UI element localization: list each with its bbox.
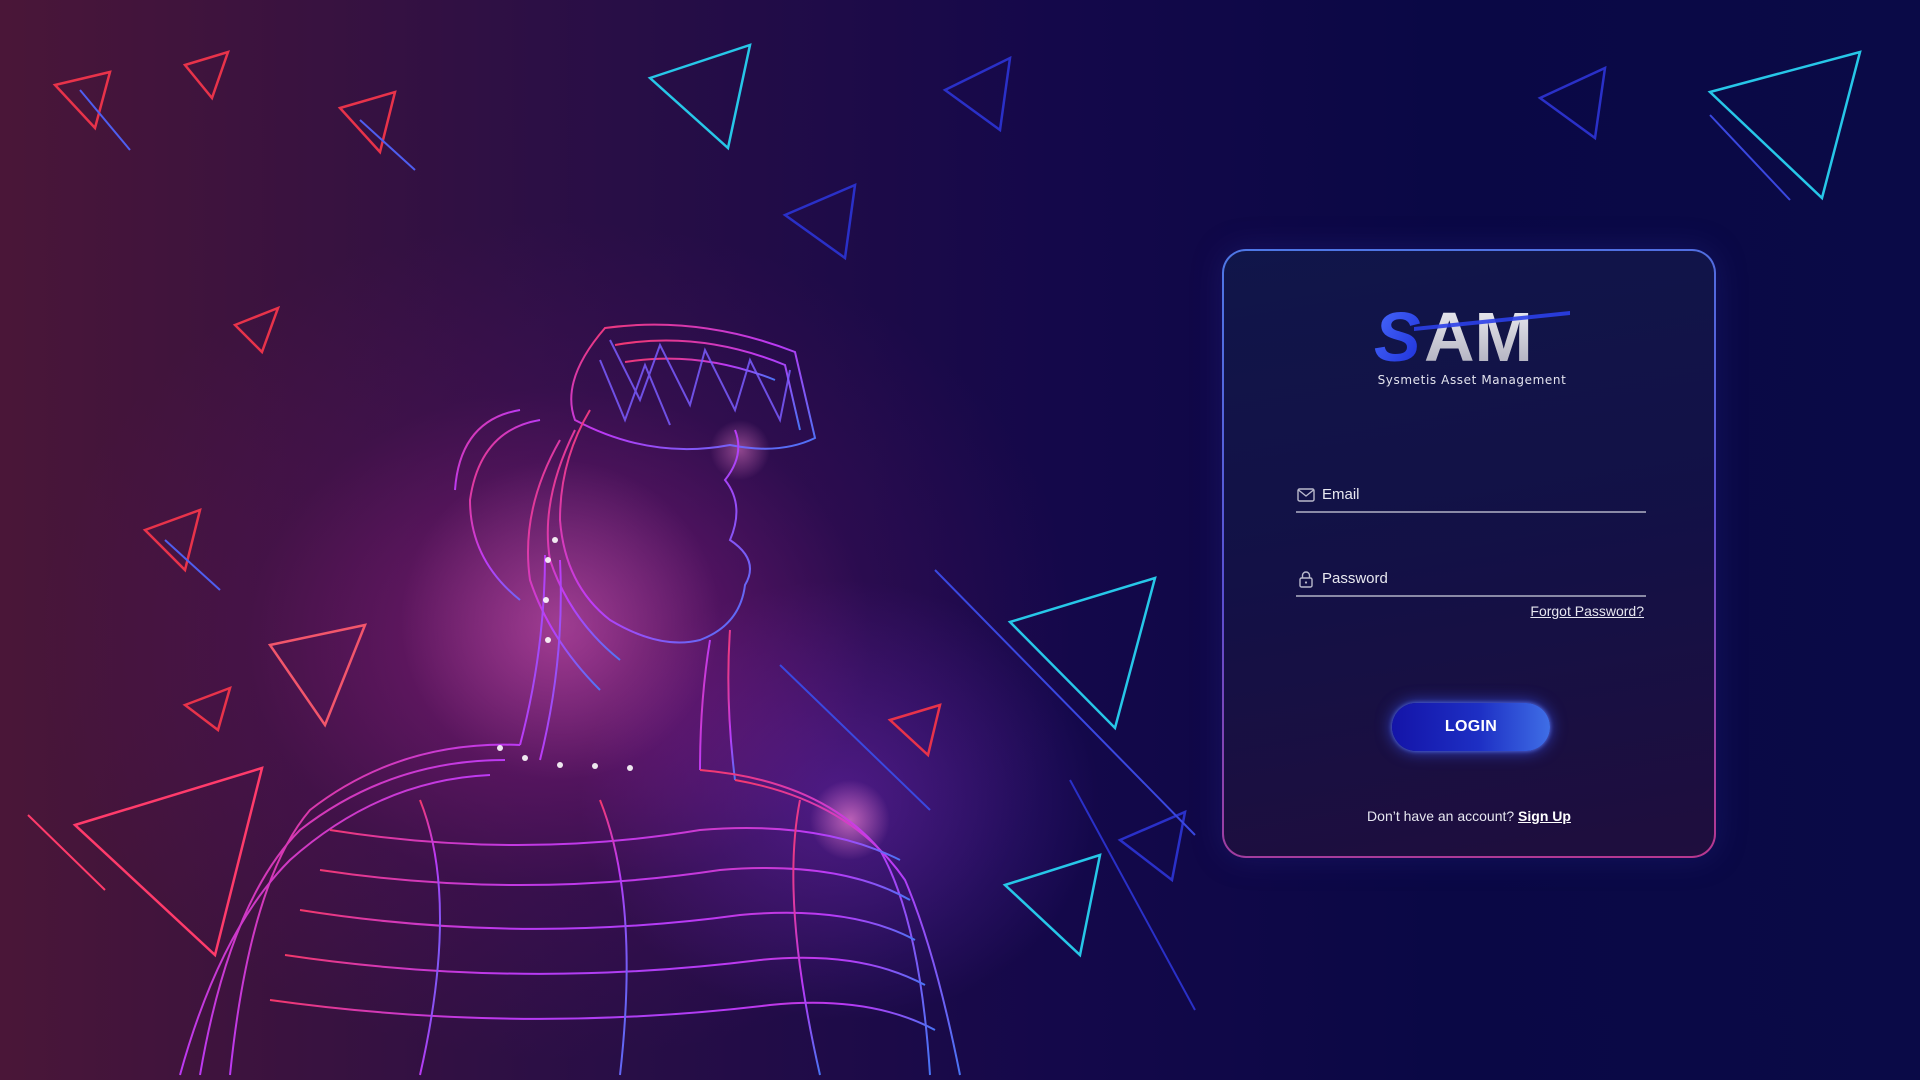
password-field[interactable] xyxy=(1296,563,1646,597)
email-field[interactable] xyxy=(1296,479,1646,513)
signup-prompt: Don’t have an account? Sign Up xyxy=(1224,808,1714,824)
logo-letters-am: AM xyxy=(1424,305,1533,369)
headset-lines xyxy=(599,339,791,426)
login-page: S AM Sysmetis Asset Management Forgot Pa… xyxy=(0,0,1920,1080)
logo-letter-s: S xyxy=(1374,305,1421,369)
mail-icon xyxy=(1297,488,1315,502)
signup-prompt-text: Don’t have an account? xyxy=(1367,808,1515,824)
password-input[interactable] xyxy=(1322,563,1642,593)
lock-icon xyxy=(1299,571,1313,588)
logo-tagline: Sysmetis Asset Management xyxy=(1377,373,1567,387)
sam-logo: S AM Sysmetis Asset Management xyxy=(1374,298,1570,405)
signup-link[interactable]: Sign Up xyxy=(1518,808,1571,824)
forgot-password-link[interactable]: Forgot Password? xyxy=(1530,603,1644,619)
email-input[interactable] xyxy=(1322,479,1642,509)
sam-logo-mark: S AM xyxy=(1374,298,1570,376)
login-button[interactable]: LOGIN xyxy=(1392,703,1550,751)
login-card: S AM Sysmetis Asset Management Forgot Pa… xyxy=(1222,249,1716,858)
